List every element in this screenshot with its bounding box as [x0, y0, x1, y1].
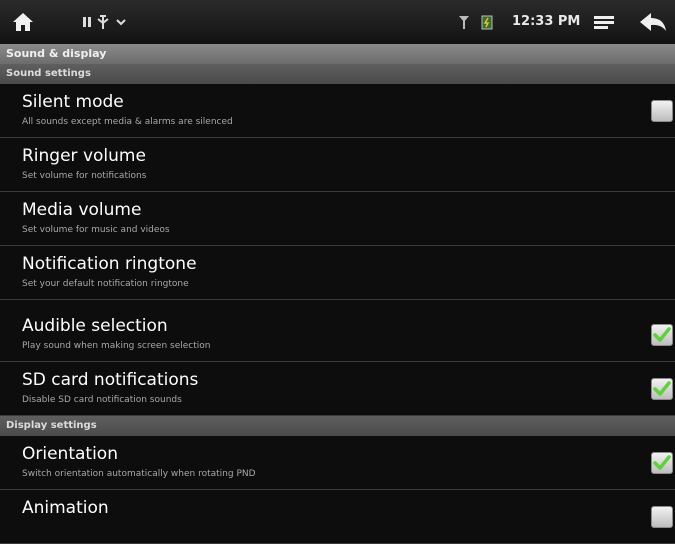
- signal-icon: [456, 0, 472, 44]
- setting-row[interactable]: SD card notifications Disable SD card not…: [0, 362, 675, 416]
- setting-summary: Set volume for notifications: [22, 171, 147, 181]
- setting-row[interactable]: Media volume Set volume for music and vid…: [0, 192, 675, 246]
- battery-icon: [478, 0, 496, 44]
- back-icon[interactable]: [636, 0, 670, 44]
- setting-title: Ringer volume: [22, 146, 146, 166]
- setting-summary: Play sound when making screen selection: [22, 341, 211, 351]
- setting-title: Audible selection: [22, 316, 168, 336]
- notification-icons: [80, 0, 130, 44]
- setting-summary: Set volume for music and videos: [22, 225, 170, 235]
- clock: 12:33 PM: [512, 14, 581, 29]
- checkbox-checked[interactable]: [651, 378, 673, 400]
- section-display-settings: Display settings: [0, 416, 675, 436]
- checkbox-unchecked[interactable]: [651, 506, 673, 528]
- setting-row[interactable]: Ringer volume Set volume for notification…: [0, 138, 675, 192]
- setting-title: Silent mode: [22, 92, 124, 112]
- checkbox-unchecked[interactable]: [651, 100, 673, 122]
- setting-row[interactable]: Silent mode All sounds except media & ala…: [0, 84, 675, 138]
- setting-summary: Switch orientation automatically when ro…: [22, 469, 256, 479]
- checkbox-checked[interactable]: [651, 324, 673, 346]
- checkbox-checked[interactable]: [651, 452, 673, 474]
- menu-icon[interactable]: [590, 0, 618, 44]
- setting-title: SD card notifications: [22, 370, 199, 390]
- setting-row[interactable]: Audible selection Play sound when making …: [0, 308, 675, 362]
- setting-row[interactable]: Orientation Switch orientation automatica…: [0, 436, 675, 490]
- setting-title: Orientation: [22, 444, 118, 464]
- setting-summary: Set your default notification ringtone: [22, 279, 189, 289]
- setting-summary: All sounds except media & alarms are sil…: [22, 117, 233, 127]
- status-bar: 12:33 PM: [0, 0, 675, 45]
- setting-title: Animation: [22, 498, 109, 518]
- screen-title: Sound & display: [0, 44, 675, 64]
- setting-row[interactable]: Animation: [0, 490, 675, 544]
- section-sound-settings: Sound settings: [0, 64, 675, 84]
- setting-title: Notification ringtone: [22, 254, 197, 274]
- setting-summary: Disable SD card notification sounds: [22, 395, 182, 405]
- home-icon[interactable]: [8, 0, 38, 44]
- setting-title: Media volume: [22, 200, 142, 220]
- setting-row[interactable]: Notification ringtone Set your default no…: [0, 246, 675, 300]
